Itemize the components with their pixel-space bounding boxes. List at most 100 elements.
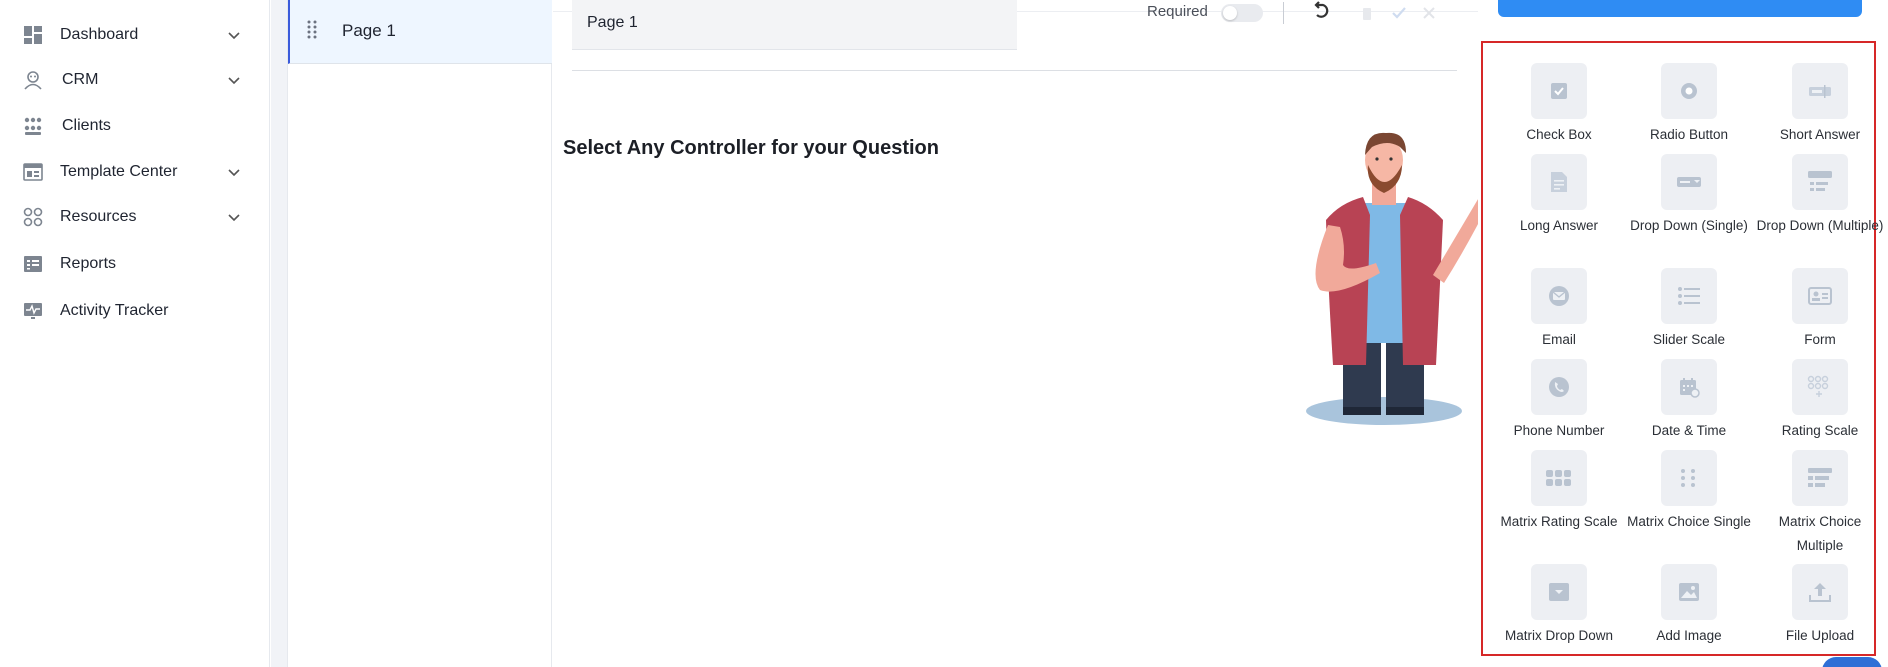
sidebar-item-reports[interactable]: Reports: [0, 244, 270, 284]
drag-handle-icon[interactable]: [306, 19, 318, 39]
page-list-item[interactable]: Page 1: [288, 0, 552, 64]
controller-email[interactable]: Email: [1494, 268, 1624, 352]
reports-icon: [22, 253, 44, 275]
controller-slider-scale[interactable]: Slider Scale: [1624, 268, 1754, 352]
sidebar-item-label: Resources: [60, 208, 137, 225]
controller-label: Email: [1542, 332, 1576, 347]
sidebar-item-label: Reports: [60, 255, 117, 272]
controller-add-image[interactable]: Add Image: [1624, 564, 1754, 648]
page-title-field[interactable]: Page 1: [572, 0, 1017, 50]
undo-icon[interactable]: [1310, 0, 1334, 24]
dropdown-multiple-icon: [1808, 171, 1832, 191]
rating-icon: [1807, 375, 1829, 397]
sidebar-item-activity-tracker[interactable]: Activity Tracker: [0, 291, 270, 331]
controller-label: Matrix Choice Single: [1627, 514, 1751, 529]
controller-label: Drop Down (Multiple): [1756, 218, 1884, 233]
page-title-value: Page 1: [587, 14, 638, 31]
matrix-multiple-icon: [1808, 468, 1832, 487]
check-icon[interactable]: [1390, 4, 1408, 22]
page-list: Page 1: [288, 0, 552, 667]
slider-icon: [1678, 287, 1700, 305]
controller-label: Drop Down (Single): [1630, 218, 1748, 233]
phone-icon: [1549, 377, 1569, 397]
image-icon: [1679, 583, 1699, 601]
email-icon: [1549, 286, 1569, 306]
sidebar: Dashboard CRM Clients Template Center Re…: [0, 0, 270, 667]
form-icon: [1808, 287, 1832, 305]
sidebar-item-label: Activity Tracker: [60, 302, 169, 319]
controller-file-upload[interactable]: File Upload: [1755, 564, 1885, 648]
controller-short-answer[interactable]: Short Answer: [1755, 63, 1885, 147]
dashboard-icon: [22, 24, 44, 46]
sidebar-item-label: Dashboard: [60, 26, 139, 43]
sidebar-item-crm[interactable]: CRM: [0, 60, 270, 100]
resources-icon: [22, 206, 44, 228]
controller-check-box[interactable]: Check Box: [1494, 63, 1624, 147]
controller-rating-scale[interactable]: Rating Scale: [1755, 359, 1885, 443]
controller-panel: Check Box Radio Button Short Answer Long…: [1478, 0, 1888, 667]
controller-label: Radio Button: [1649, 127, 1729, 142]
controller-label: Rating Scale: [1781, 423, 1859, 438]
upload-icon: [1809, 583, 1831, 602]
chevron-down-icon: [228, 77, 240, 85]
matrix-single-icon: [1681, 469, 1695, 487]
matrix-rating-icon: [1546, 470, 1571, 486]
delete-icon[interactable]: [1358, 4, 1376, 22]
calendar-icon: [1680, 378, 1700, 398]
controller-form[interactable]: Form: [1755, 268, 1885, 352]
long-answer-icon: [1551, 172, 1567, 192]
controller-label: Check Box: [1526, 127, 1592, 142]
controller-drop-down-multiple[interactable]: Drop Down (Multiple): [1755, 154, 1885, 238]
sidebar-gutter: [271, 0, 288, 667]
controller-radio-button[interactable]: Radio Button: [1624, 63, 1754, 147]
controller-label: Phone Number: [1513, 423, 1605, 438]
controller-matrix-drop-down[interactable]: Matrix Drop Down: [1494, 564, 1624, 648]
controller-label: Matrix Choice Multiple: [1778, 514, 1862, 553]
controller-matrix-choice-multiple[interactable]: Matrix Choice Multiple: [1755, 450, 1885, 558]
clients-icon: [22, 115, 44, 137]
sidebar-item-resources[interactable]: Resources: [0, 197, 270, 237]
controller-label: Short Answer: [1779, 127, 1861, 142]
checkbox-icon: [1551, 83, 1567, 99]
radio-icon: [1681, 83, 1697, 99]
sidebar-item-label: CRM: [62, 71, 99, 88]
page-item-label: Page 1: [342, 21, 396, 40]
controller-label: Add Image: [1656, 628, 1722, 643]
activity-icon: [22, 300, 44, 322]
close-icon[interactable]: [1420, 4, 1438, 22]
help-chat-button[interactable]: [1822, 657, 1882, 667]
controller-label: File Upload: [1785, 628, 1855, 643]
matrix-dropdown-icon: [1549, 583, 1569, 601]
controller-matrix-rating-scale[interactable]: Matrix Rating Scale: [1494, 450, 1624, 534]
sidebar-item-dashboard[interactable]: Dashboard: [0, 15, 270, 55]
toggle-knob: [1223, 6, 1237, 20]
required-toggle[interactable]: [1221, 4, 1263, 22]
select-controller-heading: Select Any Controller for your Question: [563, 137, 939, 159]
controller-drop-down-single[interactable]: Drop Down (Single): [1624, 154, 1754, 238]
toolbar-divider: [1283, 2, 1284, 24]
short-answer-icon: [1809, 85, 1831, 98]
required-label: Required: [1147, 3, 1208, 20]
chevron-down-icon: [228, 169, 240, 177]
sidebar-item-label: Template Center: [60, 163, 178, 180]
crm-icon: [22, 69, 44, 91]
controller-label: Matrix Rating Scale: [1500, 514, 1618, 529]
question-editor: Page 1 Required: [553, 0, 1503, 667]
controller-matrix-choice-single[interactable]: Matrix Choice Single: [1624, 450, 1754, 534]
primary-action-button[interactable]: [1498, 0, 1862, 17]
dropdown-single-icon: [1677, 177, 1701, 187]
controller-palette: Check Box Radio Button Short Answer Long…: [1481, 41, 1883, 656]
controller-label: Form: [1804, 332, 1836, 347]
sidebar-item-label: Clients: [62, 117, 111, 134]
controller-label: Matrix Drop Down: [1504, 628, 1614, 643]
chevron-down-icon: [228, 214, 240, 222]
controller-label: Long Answer: [1519, 218, 1599, 233]
chevron-down-icon: [228, 32, 240, 40]
controller-date-time[interactable]: Date & Time: [1624, 359, 1754, 443]
controller-label: Slider Scale: [1652, 332, 1726, 347]
controller-phone-number[interactable]: Phone Number: [1494, 359, 1624, 443]
controller-label: Date & Time: [1651, 423, 1727, 438]
controller-long-answer[interactable]: Long Answer: [1494, 154, 1624, 238]
section-divider: [572, 70, 1457, 71]
template-icon: [22, 161, 44, 183]
